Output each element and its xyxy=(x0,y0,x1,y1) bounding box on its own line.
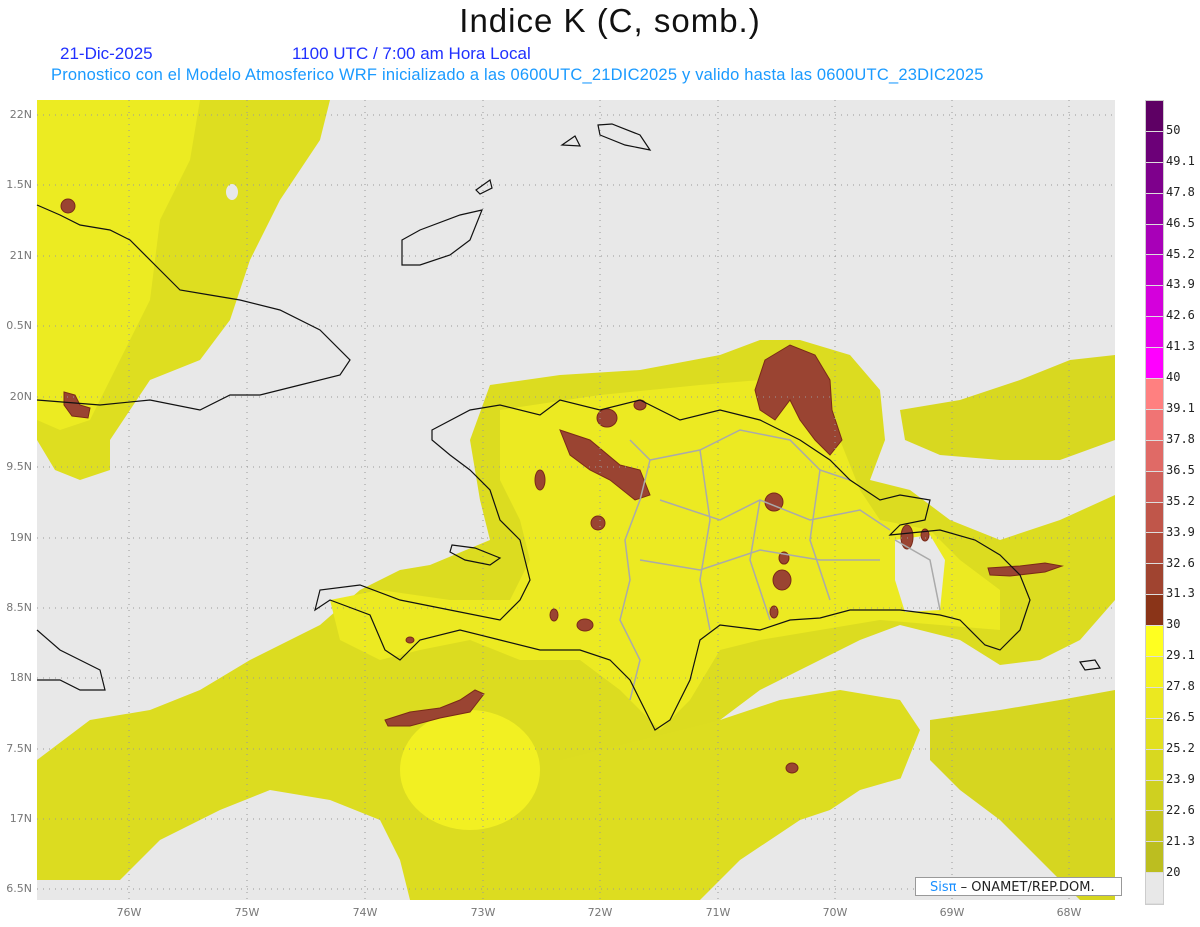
colorbar-label: 47.8 xyxy=(1166,184,1195,199)
colorbar-box xyxy=(1146,873,1163,905)
high-k-patch xyxy=(772,569,792,591)
colorbar-box xyxy=(1146,348,1163,380)
high-k-patch xyxy=(900,524,914,550)
lat-label: 9.5N xyxy=(6,460,32,473)
colorbar-label: 45.2 xyxy=(1166,246,1195,261)
lon-label: 75W xyxy=(234,906,260,919)
colorbar-box xyxy=(1146,162,1163,194)
colorbar-label: 29.1 xyxy=(1166,648,1195,663)
lon-label: 74W xyxy=(352,906,378,919)
lat-label: 21N xyxy=(9,249,32,262)
colorbar-box xyxy=(1146,564,1163,596)
gray-hole xyxy=(226,184,238,200)
colorbar-box xyxy=(1146,131,1163,163)
yellow-region-south-highlight xyxy=(400,710,540,830)
high-k-patch xyxy=(405,636,415,644)
lon-label: 72W xyxy=(587,906,613,919)
colorbar-box xyxy=(1146,533,1163,565)
colorbar-box xyxy=(1146,379,1163,410)
colorbar-label: 20 xyxy=(1166,864,1181,879)
credit-brand: Sisπ xyxy=(930,880,957,895)
colorbar-box xyxy=(1146,255,1163,287)
credit-box: Sisπ – ONAMET/REP.DOM. xyxy=(915,877,1122,896)
colorbar-label: 42.6 xyxy=(1166,308,1195,323)
colorbar-box xyxy=(1146,193,1163,225)
colorbar-label: 30 xyxy=(1166,617,1181,632)
colorbar-label: 31.3 xyxy=(1166,586,1195,601)
high-k-patch xyxy=(534,469,546,491)
colorbar-box xyxy=(1146,317,1163,349)
lat-label: 19N xyxy=(9,531,32,544)
lat-label: 6.5N xyxy=(6,882,32,895)
colorbar-label: 23.9 xyxy=(1166,771,1195,786)
colorbar-box xyxy=(1146,657,1163,688)
colorbar-box xyxy=(1146,842,1163,874)
colorbar-label: 22.6 xyxy=(1166,802,1195,817)
colorbar-box xyxy=(1146,440,1163,472)
colorbar-box xyxy=(1146,286,1163,318)
colorbar-label: 26.5 xyxy=(1166,710,1195,724)
lon-label: 68W xyxy=(1056,906,1082,919)
colorbar-box xyxy=(1146,101,1163,132)
colorbar-label: 46.5 xyxy=(1166,215,1195,230)
colorbar xyxy=(1145,100,1164,906)
high-k-patch xyxy=(590,515,606,531)
colorbar-label: 35.2 xyxy=(1166,493,1195,508)
high-k-patch xyxy=(769,605,779,619)
colorbar-box xyxy=(1146,409,1163,441)
colorbar-box xyxy=(1146,224,1163,256)
high-k-patch xyxy=(60,198,76,214)
colorbar-box xyxy=(1146,780,1163,812)
colorbar-box xyxy=(1146,749,1163,781)
colorbar-label: 32.6 xyxy=(1166,555,1195,570)
high-k-patch xyxy=(549,608,559,622)
colorbar-box xyxy=(1146,595,1163,627)
high-k-patch xyxy=(785,762,799,774)
colorbar-label: 49.1 xyxy=(1166,153,1195,168)
colorbar-box xyxy=(1146,502,1163,534)
lat-label: 8.5N xyxy=(6,601,32,614)
k-index-map xyxy=(36,100,1115,900)
lon-label: 73W xyxy=(470,906,496,919)
lon-label: 70W xyxy=(822,906,848,919)
lon-label: 76W xyxy=(116,906,142,919)
colorbar-box xyxy=(1146,687,1163,719)
credit-text: – ONAMET/REP.DOM. xyxy=(956,880,1095,895)
colorbar-box xyxy=(1146,718,1163,750)
lat-label: 17N xyxy=(9,812,32,825)
lon-label: 69W xyxy=(939,906,965,919)
colorbar-label: 43.9 xyxy=(1166,277,1195,292)
lat-label: 1.5N xyxy=(6,178,32,191)
colorbar-label: 33.9 xyxy=(1166,524,1195,539)
colorbar-label: 37.8 xyxy=(1166,431,1195,446)
colorbar-box xyxy=(1146,471,1163,503)
colorbar-box xyxy=(1146,811,1163,843)
high-k-patch xyxy=(576,618,594,632)
lat-label: 18N xyxy=(9,671,32,684)
lon-label: 71W xyxy=(705,906,731,919)
colorbar-label: 36.5 xyxy=(1166,462,1195,477)
colorbar-label: 27.8 xyxy=(1166,679,1195,694)
lat-label: 20N xyxy=(9,390,32,403)
lat-label: 0.5N xyxy=(6,319,32,332)
colorbar-label: 50 xyxy=(1166,122,1181,137)
colorbar-label: 21.3 xyxy=(1166,833,1195,848)
colorbar-label: 39.1 xyxy=(1166,401,1195,415)
colorbar-label: 25.2 xyxy=(1166,740,1195,755)
lat-label: 22N xyxy=(9,108,32,121)
colorbar-box xyxy=(1146,626,1163,658)
colorbar-label: 40 xyxy=(1166,370,1181,385)
lat-label: 7.5N xyxy=(6,742,32,755)
colorbar-label: 41.3 xyxy=(1166,339,1195,354)
